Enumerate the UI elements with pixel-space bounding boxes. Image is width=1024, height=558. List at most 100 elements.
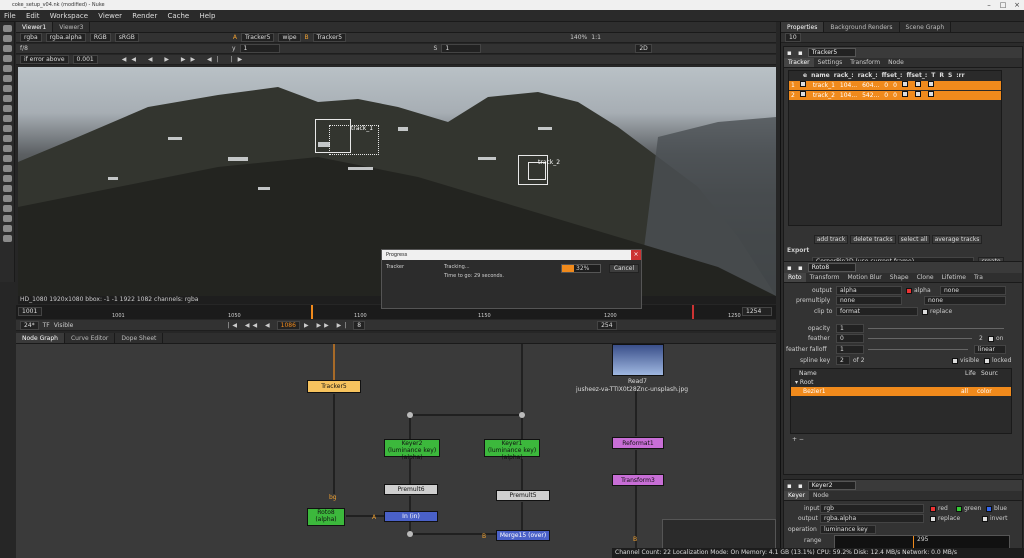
output-dropdown[interactable]: alpha bbox=[836, 286, 902, 295]
enable-checkbox[interactable] bbox=[799, 81, 806, 87]
zoom-level[interactable]: 140% bbox=[570, 34, 587, 41]
menu-file[interactable]: File bbox=[0, 10, 20, 22]
visible-checkbox[interactable] bbox=[952, 357, 958, 364]
colorspace-dropdown[interactable]: sRGB bbox=[114, 33, 139, 42]
merge-tool-icon[interactable] bbox=[2, 115, 12, 122]
invert-check[interactable]: invert bbox=[982, 515, 1008, 522]
end-frame-field[interactable]: 254 bbox=[597, 320, 617, 330]
red-check[interactable]: red bbox=[930, 505, 948, 512]
tab-tracker[interactable]: Tracker bbox=[784, 58, 814, 67]
toolsets-icon[interactable] bbox=[2, 165, 12, 172]
playhead[interactable] bbox=[311, 305, 313, 319]
tab-roto-transform[interactable]: Transform bbox=[806, 273, 844, 282]
feather-field[interactable]: 0 bbox=[836, 334, 864, 343]
progress-cancel-button[interactable]: Cancel bbox=[609, 264, 639, 273]
merge15-node[interactable]: Merge15 (over) bbox=[496, 530, 550, 541]
frame-step-field[interactable]: 8 bbox=[353, 320, 366, 330]
feather-on-checkbox[interactable] bbox=[988, 335, 994, 342]
reformat1-node[interactable]: Reformat1 bbox=[612, 437, 664, 449]
transform-tool-icon[interactable] bbox=[2, 125, 12, 132]
tab-node-graph[interactable]: Node Graph bbox=[16, 333, 65, 343]
progress-close-button[interactable]: × bbox=[631, 250, 641, 260]
tab-lifetime[interactable]: Lifetime bbox=[938, 273, 970, 282]
t-checkbox[interactable] bbox=[901, 91, 908, 97]
feather-falloff-field[interactable]: 1 bbox=[836, 345, 864, 354]
keyer1-node[interactable]: Keyer1 (luminance key) (alpha) bbox=[484, 439, 540, 461]
maximize-button[interactable]: □ bbox=[996, 0, 1010, 10]
tab-scene-graph[interactable]: Scene Graph bbox=[900, 22, 952, 32]
track-controls[interactable]: ◀◀ ◀ ▶ ▶▶ ◀| |▶ bbox=[122, 56, 248, 63]
track-row-1[interactable]: 1 track_1 104... 604... 0 0 bbox=[789, 81, 1001, 90]
air-icon[interactable] bbox=[2, 225, 12, 232]
tab-roto[interactable]: Roto bbox=[784, 273, 806, 282]
display-dropdown[interactable]: RGB bbox=[89, 33, 111, 42]
time-tool-icon[interactable] bbox=[2, 65, 12, 72]
menu-viewer[interactable]: Viewer bbox=[94, 10, 126, 22]
delete-tracks-button[interactable]: delete tracks bbox=[850, 235, 896, 244]
replace-check[interactable]: replace bbox=[922, 308, 952, 315]
r-checkbox[interactable] bbox=[914, 91, 921, 97]
views-tool-icon[interactable] bbox=[2, 145, 12, 152]
wipe-dropdown[interactable]: wipe bbox=[278, 33, 301, 42]
bezier1-row[interactable]: Bezier1 all color bbox=[791, 387, 1011, 396]
roto8-node[interactable]: Roto8 (alpha) bbox=[307, 508, 345, 526]
alpha-checkbox[interactable] bbox=[906, 287, 912, 294]
visible-check[interactable]: visible bbox=[952, 357, 979, 364]
keyer-tool-icon[interactable] bbox=[2, 105, 12, 112]
tab-curve-editor[interactable]: Curve Editor bbox=[65, 333, 116, 343]
minimize-button[interactable]: – bbox=[982, 0, 996, 10]
replace-checkbox[interactable] bbox=[930, 515, 936, 522]
r-checkbox[interactable] bbox=[914, 81, 921, 87]
menu-edit[interactable]: Edit bbox=[22, 10, 44, 22]
tab-background-renders[interactable]: Background Renders bbox=[824, 22, 900, 32]
tab-viewer1[interactable]: Viewer1 bbox=[16, 22, 54, 32]
blue-check[interactable]: blue bbox=[986, 505, 1007, 512]
b-input-dropdown[interactable]: Tracker5 bbox=[312, 33, 347, 42]
tab-properties[interactable]: Properties bbox=[781, 22, 825, 32]
playback-controls[interactable]: |◀ ◀◀ ◀ bbox=[227, 322, 272, 329]
tab-settings[interactable]: Settings bbox=[814, 58, 847, 67]
s-checkbox[interactable] bbox=[927, 91, 934, 97]
opacity-slider[interactable] bbox=[868, 328, 1004, 329]
output2-dropdown[interactable]: none bbox=[940, 286, 1006, 295]
2d-mode-dropdown[interactable]: 2D bbox=[635, 44, 652, 53]
add-track-button[interactable]: add track bbox=[814, 235, 848, 244]
fps-dropdown[interactable]: 24* bbox=[20, 320, 39, 330]
premultiply2-dropdown[interactable]: none bbox=[924, 296, 1006, 305]
proxy-ratio[interactable]: 1:1 bbox=[591, 34, 601, 41]
feather-on-check[interactable]: on bbox=[988, 335, 1003, 342]
color-tool-icon[interactable] bbox=[2, 85, 12, 92]
tracker-name-field[interactable]: Tracker5 bbox=[807, 48, 856, 57]
red-checkbox[interactable] bbox=[930, 505, 936, 512]
menu-workspace[interactable]: Workspace bbox=[46, 10, 92, 22]
add-remove-curve-buttons[interactable]: + − bbox=[792, 436, 804, 443]
tab-viewer3[interactable]: Viewer3 bbox=[53, 22, 91, 32]
timeline-start-field[interactable]: 1001 bbox=[18, 307, 42, 316]
close-button[interactable]: × bbox=[1010, 0, 1024, 10]
read7-thumbnail[interactable] bbox=[612, 344, 664, 376]
y-field[interactable]: 1 bbox=[239, 44, 280, 53]
a-input-dropdown[interactable]: Tracker5 bbox=[240, 33, 275, 42]
paint-tool-icon[interactable] bbox=[2, 35, 12, 42]
menu-cache[interactable]: Cache bbox=[163, 10, 193, 22]
falloff-slider[interactable] bbox=[868, 349, 968, 350]
tab-keyer[interactable]: Keyer bbox=[784, 491, 810, 500]
t-checkbox[interactable] bbox=[901, 81, 908, 87]
roto-name-field[interactable]: Roto8 bbox=[807, 263, 856, 272]
fstop-value[interactable]: f/8 bbox=[20, 45, 28, 52]
replace-check[interactable]: replace bbox=[930, 515, 960, 522]
panel-controls-icon[interactable]: ▪ ▪ bbox=[787, 482, 805, 490]
premult5-node[interactable]: Premult5 bbox=[496, 490, 550, 501]
tab-tra[interactable]: Tra bbox=[970, 273, 987, 282]
tab-shape[interactable]: Shape bbox=[886, 273, 913, 282]
max-panels-field[interactable]: 10 bbox=[785, 33, 801, 42]
metadata-tool-icon[interactable] bbox=[2, 155, 12, 162]
image-tool-icon[interactable] bbox=[2, 45, 12, 52]
s-checkbox[interactable] bbox=[927, 81, 934, 87]
error-mode-dropdown[interactable]: if error above bbox=[20, 55, 69, 64]
error-threshold-field[interactable]: 0.001 bbox=[72, 55, 98, 64]
output-alpha-check[interactable]: alpha bbox=[906, 287, 931, 294]
3d-tool-icon[interactable] bbox=[2, 135, 12, 142]
keyer2-node[interactable]: Keyer2 (luminance key) (alpha) bbox=[384, 439, 440, 461]
green-check[interactable]: green bbox=[956, 505, 981, 512]
